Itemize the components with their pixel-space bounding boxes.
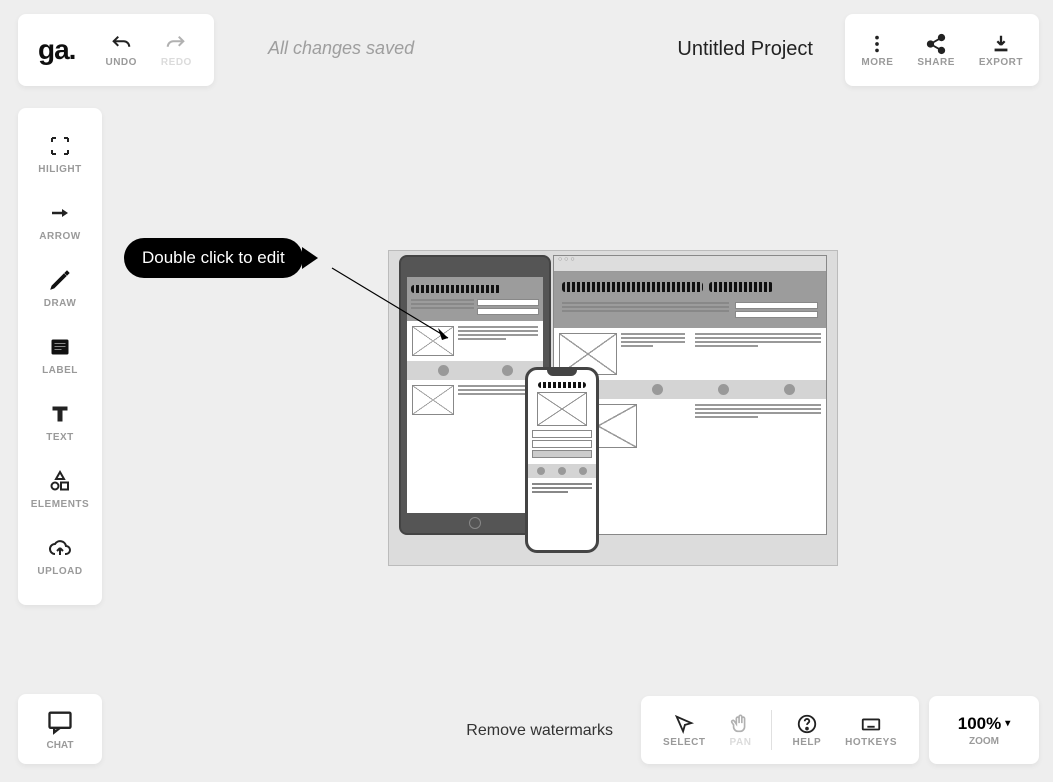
arrow-icon <box>48 201 72 225</box>
select-label: SELECT <box>663 737 705 748</box>
tool-label: HILIGHT <box>38 164 82 175</box>
chat-label: CHAT <box>46 740 73 751</box>
bottom-toolbar: SELECT PAN HELP HOTKEYS <box>641 696 919 764</box>
redo-button[interactable]: REDO <box>149 14 204 86</box>
chat-button[interactable]: CHAT <box>18 694 102 764</box>
toolbar-divider <box>771 710 772 750</box>
cloud-upload-icon <box>48 536 72 560</box>
app-logo: ga. <box>28 34 93 66</box>
pointer-line <box>330 266 458 346</box>
export-label: EXPORT <box>979 57 1023 68</box>
tooltip-text: Double click to edit <box>124 238 303 278</box>
tool-elements[interactable]: ELEMENTS <box>18 457 102 524</box>
chat-icon <box>46 708 74 736</box>
label-icon <box>48 335 72 359</box>
keyboard-icon <box>860 713 882 735</box>
undo-icon <box>110 33 132 55</box>
redo-label: REDO <box>161 57 192 68</box>
more-icon <box>866 33 888 55</box>
tool-label: LABEL <box>42 365 78 376</box>
pan-tool[interactable]: PAN <box>717 696 763 764</box>
tool-label: ELEMENTS <box>31 499 89 510</box>
help-label: HELP <box>792 737 821 748</box>
undo-label: UNDO <box>105 57 136 68</box>
zoom-label: ZOOM <box>969 736 999 747</box>
more-label: MORE <box>861 57 893 68</box>
top-right-toolbar: MORE SHARE EXPORT <box>845 14 1039 86</box>
project-title[interactable]: Untitled Project <box>677 38 813 61</box>
hotkeys-button[interactable]: HOTKEYS <box>833 696 909 764</box>
tool-text[interactable]: TEXT <box>18 390 102 457</box>
select-tool[interactable]: SELECT <box>651 696 717 764</box>
tool-label[interactable]: LABEL <box>18 323 102 390</box>
pan-label: PAN <box>730 737 752 748</box>
hotkeys-label: HOTKEYS <box>845 737 897 748</box>
undo-button[interactable]: UNDO <box>93 14 148 86</box>
cursor-icon <box>673 713 695 735</box>
pencil-icon <box>48 268 72 292</box>
shapes-icon <box>48 469 72 493</box>
tool-hilight[interactable]: HILIGHT <box>18 122 102 189</box>
tooltip-arrow-icon <box>302 247 318 269</box>
share-label: SHARE <box>917 57 955 68</box>
top-left-toolbar: ga. UNDO REDO <box>18 14 214 86</box>
tool-label: TEXT <box>46 432 74 443</box>
tool-label: UPLOAD <box>37 566 82 577</box>
share-icon <box>925 33 947 55</box>
zoom-value: 100% <box>958 714 1011 734</box>
highlight-icon <box>48 134 72 158</box>
tool-upload[interactable]: UPLOAD <box>18 524 102 591</box>
tool-draw[interactable]: DRAW <box>18 256 102 323</box>
save-status: All changes saved <box>268 38 414 59</box>
tool-label: ARROW <box>39 231 80 242</box>
help-button[interactable]: HELP <box>780 696 833 764</box>
phone-mockup <box>525 367 599 553</box>
export-button[interactable]: EXPORT <box>967 14 1035 86</box>
edit-tooltip: Double click to edit <box>124 238 318 278</box>
remove-watermarks-link[interactable]: Remove watermarks <box>466 722 613 740</box>
tool-arrow[interactable]: ARROW <box>18 189 102 256</box>
text-icon <box>48 402 72 426</box>
zoom-control[interactable]: 100% ZOOM <box>929 696 1039 764</box>
share-button[interactable]: SHARE <box>905 14 967 86</box>
hand-icon <box>729 713 751 735</box>
tool-label: DRAW <box>44 298 77 309</box>
help-icon <box>796 713 818 735</box>
download-icon <box>990 33 1012 55</box>
tools-sidebar: HILIGHT ARROW DRAW LABEL TEXT ELEMENTS U… <box>18 108 102 605</box>
redo-icon <box>165 33 187 55</box>
more-button[interactable]: MORE <box>849 14 905 86</box>
